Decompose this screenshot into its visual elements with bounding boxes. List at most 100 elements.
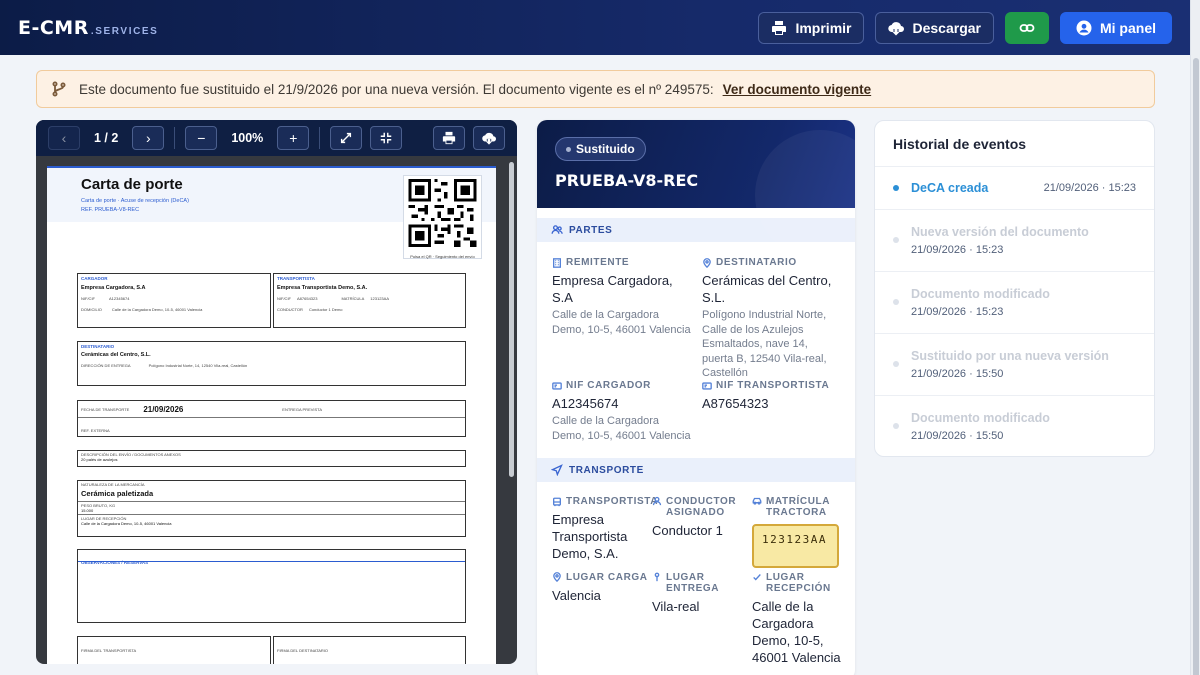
plus-icon: + [289,130,298,146]
status-badge: Sustituido [555,137,646,161]
qr-code[interactable]: Pulsa el QR · Seguimiento del envío [403,175,482,259]
pdf-carrier-signature-label: FIRMA DEL TRANSPORTISTA [81,648,137,653]
zoom-out-button[interactable]: − [185,126,218,150]
fullscreen-button[interactable] [330,126,363,150]
detail-header: Sustituido PRUEBA-V8-REC [537,120,855,260]
page-scrollbar[interactable] [1190,0,1200,675]
navigation-icon [551,464,563,476]
prev-page-button[interactable]: ‹ [48,126,80,150]
pdf-goods-nature-value: Cerámica paletizada [81,489,154,498]
download-button[interactable]: Descargar [875,11,994,44]
plate-label: MATRÍCULA TRACTORA [766,496,830,518]
loading-place-field: LUGAR CARGA Valencia [552,572,648,604]
user-icon [652,496,662,506]
event-date: 21/09/2026 · 15:23 [1043,182,1136,194]
event-item[interactable]: DeCA creada 21/09/2026 · 15:23 [875,167,1154,210]
print-label: Imprimir [795,19,852,36]
pdf-shipper-address-label: DOMICILIO [81,307,102,312]
loading-place-label: LUGAR CARGA [566,572,648,583]
event-date: 21/09/2026 · 15:23 [911,244,1004,256]
shipper-nif-label: NIF CARGADOR [566,380,651,391]
driver-field: CONDUCTOR ASIGNADO Conductor 1 [652,496,748,539]
download-label: Descargar [912,19,981,36]
pdf-consignee-name: Cerámicas del Centro, S.L. [81,352,151,358]
fit-page-button[interactable] [370,126,403,150]
pdf-plate-value: 123123AA [370,296,389,301]
delivery-place-field: LUGAR ENTREGA Vila-real [652,572,748,615]
pdf-shipper-nif: A12345674 [109,296,130,301]
copy-link-button[interactable] [1004,11,1049,44]
chevron-right-icon: › [145,130,151,146]
consignee-name: Cerámicas del Centro, S.L. [702,273,832,305]
viewer-print-button[interactable] [433,126,465,150]
users-icon [551,225,563,234]
pdf-description-value: 20 palés de azulejos [81,457,118,462]
pdf-shipper-name: Empresa Cargadora, S.A [81,285,146,291]
bus-icon [553,497,561,506]
reception-place-field: LUGAR RECEPCIÓN Calle de la Cargadora De… [752,572,848,666]
pdf-shipper-box: CARGADOR Empresa Cargadora, S.A NIF/CIF A… [77,273,271,328]
event-item[interactable]: Documento modificado 21/09/2026 · 15:23 [875,272,1154,334]
pdf-weight-value: 15.000 [81,508,94,513]
event-item[interactable]: Documento modificado 21/09/2026 · 15:50 [875,396,1154,456]
pdf-consignee-signature-box: FIRMA DEL DESTINATARIO [273,636,466,664]
shipper-nif-address: Calle de la Cargadora Demo, 10-5, 46001 … [552,415,691,442]
pdf-description-box: DESCRIPCIÓN DEL ENVÍO / DOCUMENTOS ANEXO… [77,450,466,467]
shipper-nif-value: A12345674 [552,396,619,411]
carrier-nif-value: A87654323 [702,396,769,411]
event-dot [893,299,899,305]
page-scrollbar-thumb[interactable] [1193,58,1199,675]
expand-icon [341,132,352,144]
pdf-toolbar: ‹ 1 / 2 › − 100% + [36,120,517,156]
pdf-viewer: ‹ 1 / 2 › − 100% + Carta de porte Carta … [36,120,517,664]
event-dot [893,237,899,243]
event-title: Nueva versión del documento [911,225,1089,239]
location-marker-icon [654,572,660,582]
carrier-nif-label: NIF TRANSPORTISTA [716,380,830,391]
event-item[interactable]: Nueva versión del documento 21/09/2026 ·… [875,210,1154,272]
next-page-button[interactable]: › [132,126,165,150]
my-panel-button[interactable]: Mi panel [1059,11,1172,44]
event-title: DeCA creada [911,181,989,195]
pdf-delivery-address: Polígono Industrial Norte, 14, 12540 Vil… [148,363,248,368]
parties-section-title: PARTES [569,224,613,236]
page-indicator: 1 / 2 [94,131,119,145]
sender-name: Empresa Cargadora, S.A [552,273,673,305]
delivery-place-value: Vila-real [652,599,700,614]
print-button[interactable]: Imprimir [758,11,865,44]
pdf-goods-box: NATURALEZA DE LA MERCANCÍA Cerámica pale… [77,480,466,537]
pdf-carrier-name: Empresa Transportista Demo, S.A. [277,285,368,291]
pdf-carrier-nif-label: NIF/CIF [277,296,291,301]
event-title: Documento modificado [911,287,1050,301]
superseded-banner: Este documento fue sustituido el 21/9/20… [36,70,1155,108]
viewer-scrollbar[interactable] [509,162,514,477]
pdf-carrier-nif: A87654323 [297,296,318,301]
viewer-download-button[interactable] [473,126,505,150]
top-actions: Imprimir Descargar Mi panel [758,11,1172,44]
top-bar: E-CMR .SERVICES Imprimir Descargar Mi pa… [0,0,1190,55]
printer-icon [772,20,787,35]
event-dot [893,361,899,367]
document-detail-card: Sustituido PRUEBA-V8-REC PARTES REMITENT… [537,120,855,675]
map-pin-icon [553,572,561,582]
brand-logo[interactable]: E-CMR .SERVICES [18,17,158,39]
pdf-driver-value: Conductor 1 Demo [308,307,343,312]
brand-name: E-CMR [18,16,89,39]
pdf-shipper-nif-label: NIF/CIF [81,296,95,301]
zoom-in-button[interactable]: + [277,126,310,150]
carrier-field: TRANSPORTISTA Empresa Transportista Demo… [552,496,657,562]
sender-label: REMITENTE [566,257,630,268]
pdf-consignee-box: DESTINATARIO Cerámicas del Centro, S.L. … [77,341,466,386]
pdf-driver-label: CONDUCTOR [277,307,303,312]
pdf-external-ref-label: REF. EXTERNA [81,428,110,433]
driver-label: CONDUCTOR ASIGNADO [666,496,737,518]
event-item[interactable]: Sustituido por una nueva versión 21/09/2… [875,334,1154,396]
carrier-label: TRANSPORTISTA [566,496,659,507]
brand-suffix: .SERVICES [90,25,159,37]
consignee-address: Polígono Industrial Norte, Calle de los … [702,309,827,379]
view-current-document-link[interactable]: Ver documento vigente [723,82,872,97]
driver-name: Conductor 1 [652,523,723,538]
pdf-carrier-label: TRANSPORTISTA [277,276,315,281]
event-history-title: Historial de eventos [875,121,1154,167]
pdf-date-label: FECHA DE TRANSPORTE [81,406,130,412]
